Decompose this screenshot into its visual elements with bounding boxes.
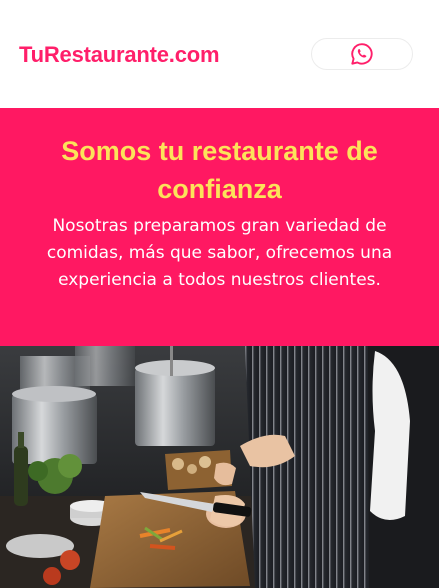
whatsapp-button[interactable] — [311, 38, 413, 70]
brand-logo[interactable]: TuRestaurante.com — [19, 38, 220, 72]
hero-description: Nosotras preparamos gran variedad de com… — [46, 216, 393, 290]
chef-cooking-image — [0, 346, 439, 588]
hero-section: Somos tu restaurante de confianza Nosotr… — [0, 108, 439, 346]
whatsapp-icon — [351, 43, 373, 65]
site-header: TuRestaurante.com — [0, 0, 439, 108]
hero-title: Somos tu restaurante de confianza — [61, 136, 378, 204]
